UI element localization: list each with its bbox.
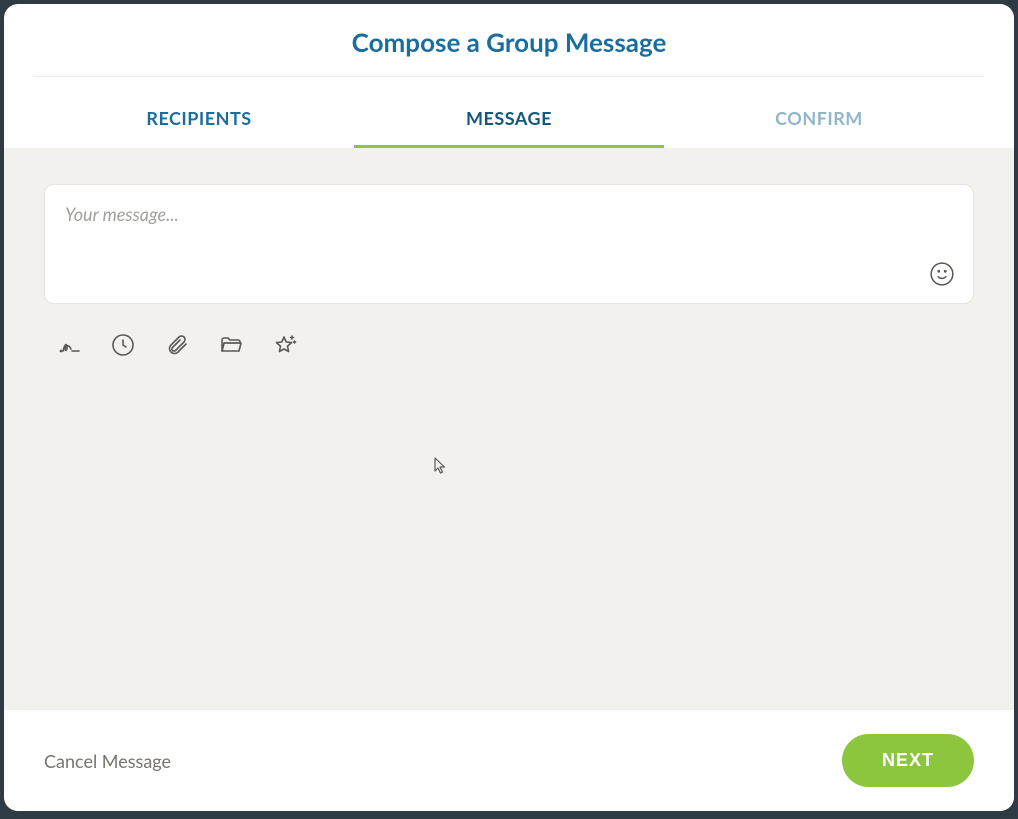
- signature-button[interactable]: [56, 332, 82, 358]
- sparkle-button[interactable]: [272, 332, 298, 358]
- tab-recipients[interactable]: RECIPIENTS: [44, 93, 354, 148]
- attachment-button[interactable]: [164, 332, 190, 358]
- paperclip-icon: [165, 333, 189, 357]
- message-content: [4, 148, 1014, 710]
- modal-title: Compose a Group Message: [34, 26, 984, 58]
- sparkle-star-icon: [272, 333, 298, 357]
- cancel-button[interactable]: Cancel Message: [44, 750, 171, 772]
- compose-modal: Compose a Group Message RECIPIENTS MESSA…: [4, 4, 1014, 811]
- tab-message[interactable]: MESSAGE: [354, 93, 664, 148]
- modal-header: Compose a Group Message: [34, 4, 984, 77]
- schedule-button[interactable]: [110, 332, 136, 358]
- emoji-button[interactable]: [929, 261, 957, 289]
- tab-confirm[interactable]: CONFIRM: [664, 93, 974, 148]
- folder-button[interactable]: [218, 332, 244, 358]
- modal-footer: Cancel Message NEXT: [4, 710, 1014, 811]
- compose-toolbar: [44, 332, 974, 358]
- tabs-nav: RECIPIENTS MESSAGE CONFIRM: [4, 93, 1014, 148]
- folder-icon: [218, 333, 244, 357]
- message-input[interactable]: [65, 203, 953, 263]
- next-button[interactable]: NEXT: [842, 734, 974, 787]
- message-box: [44, 184, 974, 304]
- signature-icon: [56, 333, 82, 357]
- smile-icon: [929, 261, 955, 287]
- clock-icon: [111, 333, 135, 357]
